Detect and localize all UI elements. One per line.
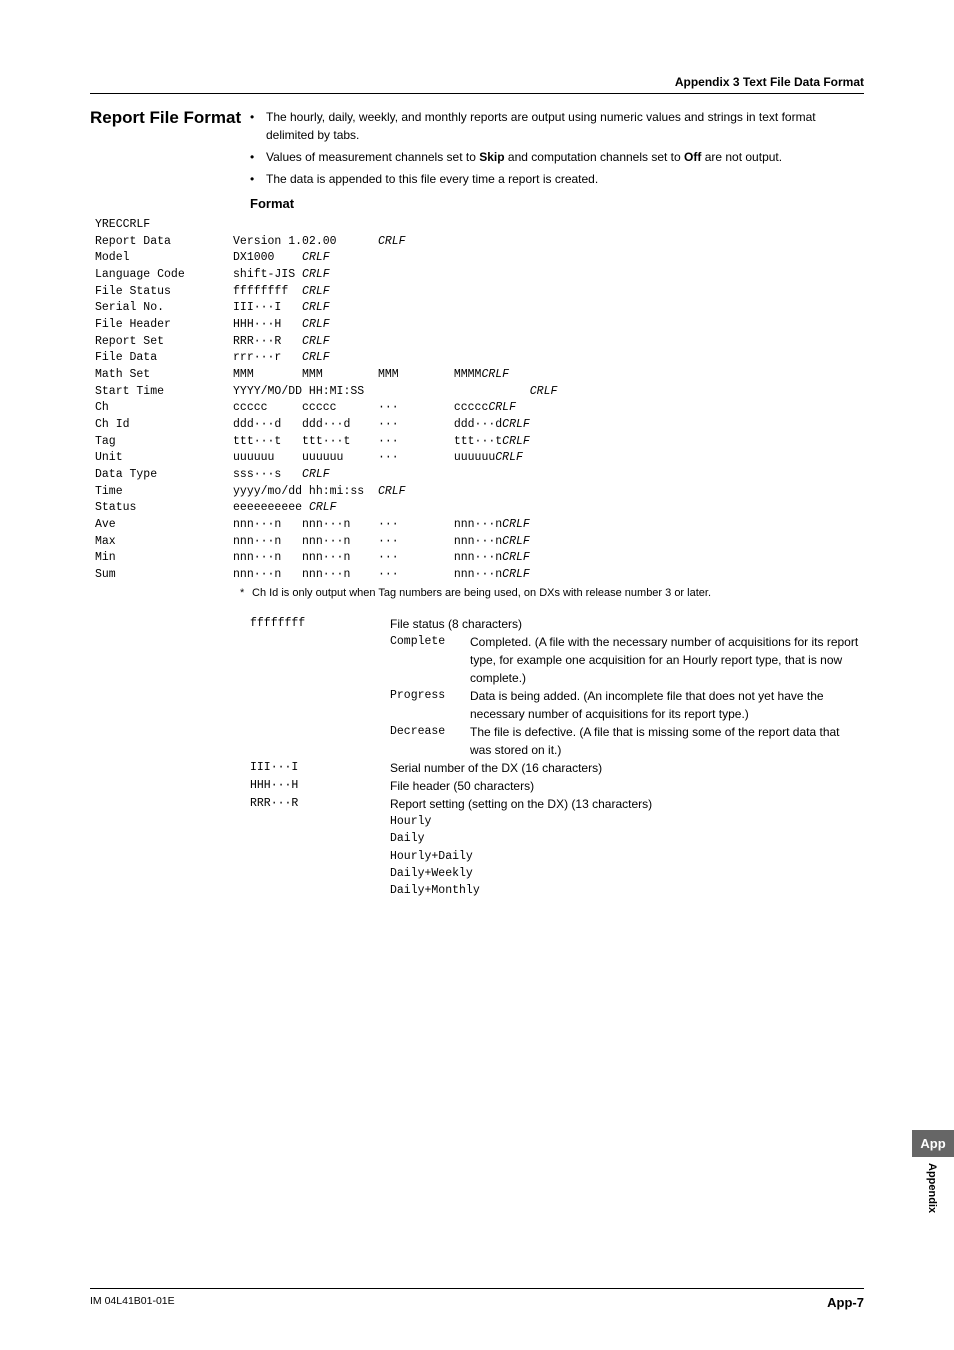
desc-key: ffffffff (250, 615, 390, 759)
format-block: YRECCRLF Report Data Version 1.02.00 CRL… (95, 217, 864, 584)
format-heading: Format (250, 196, 864, 211)
desc-heading: File status (8 characters) (390, 615, 864, 633)
desc-heading: Serial number of the DX (16 characters) (390, 759, 864, 777)
appendix-header: Appendix 3 Text File Data Format (90, 75, 864, 94)
desc-key: HHH···H (250, 777, 390, 795)
bullet-dot-icon: • (250, 148, 266, 166)
list-item: Hourly (390, 813, 864, 830)
footer: IM 04L41B01-01E App-7 (90, 1288, 864, 1310)
side-tab-box: App (912, 1130, 954, 1157)
footnote: * Ch Id is only output when Tag numbers … (240, 586, 864, 601)
bullet-text: The hourly, daily, weekly, and monthly r… (266, 108, 864, 144)
description-table: ffffffff File status (8 characters) Comp… (250, 615, 864, 899)
sub-key: Complete (390, 633, 470, 687)
list-item: Hourly+Daily (390, 848, 864, 865)
footer-left: IM 04L41B01-01E (90, 1295, 175, 1310)
sub-row: Progress Data is being added. (An incomp… (390, 687, 864, 723)
footnote-star: * (240, 586, 252, 601)
desc-heading: File header (50 characters) (390, 777, 864, 795)
desc-row: RRR···R Report setting (setting on the D… (250, 795, 864, 899)
desc-row: III···I Serial number of the DX (16 char… (250, 759, 864, 777)
bullet-item: • Values of measurement channels set to … (250, 148, 864, 166)
desc-key: III···I (250, 759, 390, 777)
list-item: Daily+Monthly (390, 882, 864, 899)
bullet-list: • The hourly, daily, weekly, and monthly… (250, 108, 864, 188)
sub-row: Decrease The file is defective. (A file … (390, 723, 864, 759)
section-title: Report File Format (90, 108, 250, 128)
sub-key: Decrease (390, 723, 470, 759)
bullet-dot-icon: • (250, 170, 266, 188)
side-tab-label: Appendix (926, 1163, 938, 1213)
bullet-item: • The data is appended to this file ever… (250, 170, 864, 188)
footer-page-number: App-7 (827, 1295, 864, 1310)
list-item: Daily (390, 830, 864, 847)
bullet-dot-icon: • (250, 108, 266, 144)
side-tab: App Appendix (912, 1130, 954, 1213)
sub-val: The file is defective. (A file that is m… (470, 723, 864, 759)
footnote-text: Ch Id is only output when Tag numbers ar… (252, 586, 711, 601)
desc-key: RRR···R (250, 795, 390, 899)
bullet-text: The data is appended to this file every … (266, 170, 598, 188)
desc-heading: Report setting (setting on the DX) (13 c… (390, 795, 864, 813)
sub-row: Complete Completed. (A file with the nec… (390, 633, 864, 687)
sub-key: Progress (390, 687, 470, 723)
desc-row: HHH···H File header (50 characters) (250, 777, 864, 795)
sub-val: Completed. (A file with the necessary nu… (470, 633, 864, 687)
sub-val: Data is being added. (An incomplete file… (470, 687, 864, 723)
bullet-item: • The hourly, daily, weekly, and monthly… (250, 108, 864, 144)
desc-row: ffffffff File status (8 characters) Comp… (250, 615, 864, 759)
bullet-text: Values of measurement channels set to Sk… (266, 148, 782, 166)
list-item: Daily+Weekly (390, 865, 864, 882)
